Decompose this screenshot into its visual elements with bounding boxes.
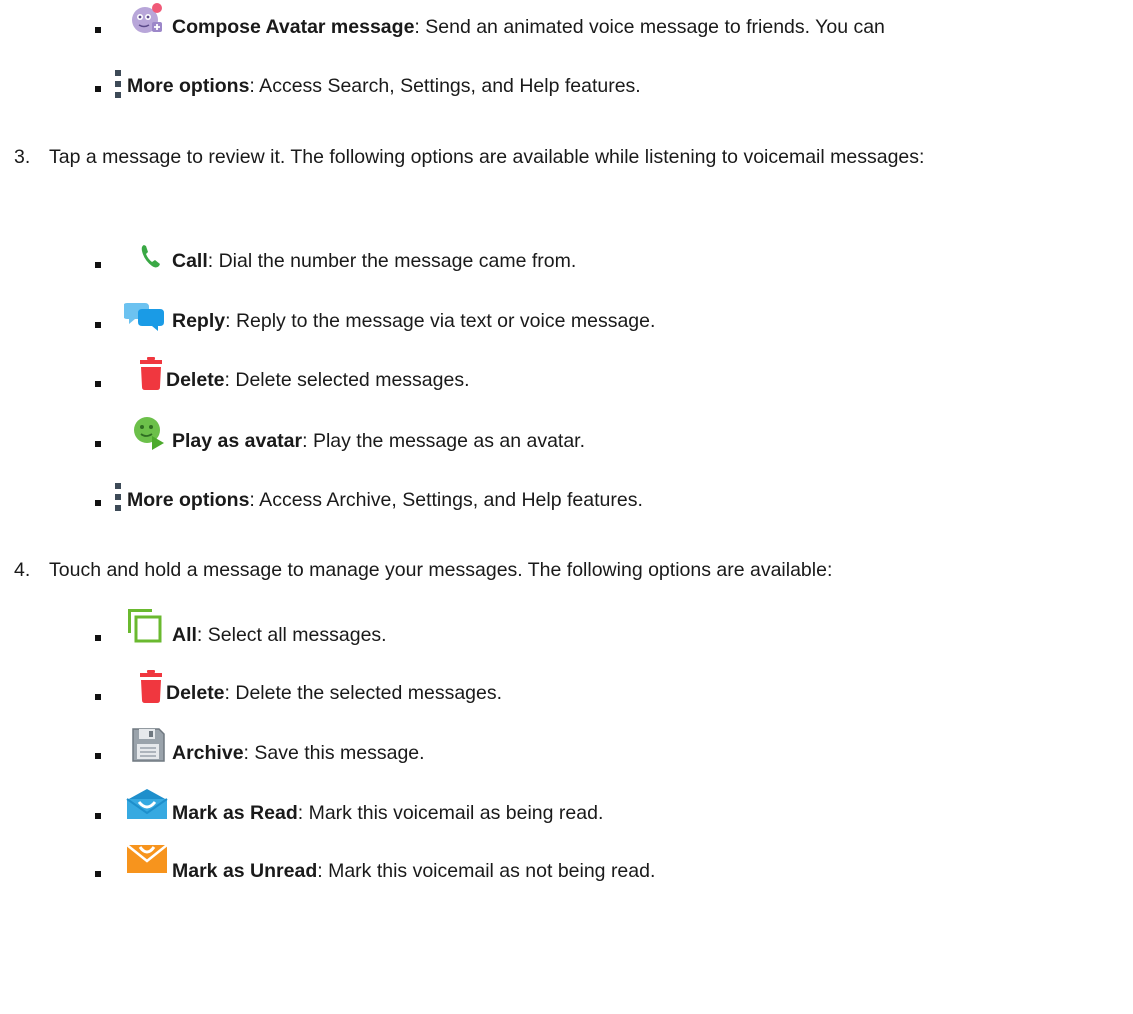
bullet xyxy=(95,27,101,33)
more-options-icon xyxy=(115,483,121,511)
list-item: More options: Access Archive, Settings, … xyxy=(0,473,1133,513)
play-avatar-icon xyxy=(134,417,164,450)
item-desc: : Access Search, Settings, and Help feat… xyxy=(249,75,641,97)
item-term: Call xyxy=(172,250,208,272)
list-item-text: More options: Access Search, Settings, a… xyxy=(127,73,641,99)
bullet xyxy=(95,871,101,877)
step-text: Tap a message to review it. The followin… xyxy=(49,146,925,168)
list-item: Mark as Read: Mark this voicemail as bei… xyxy=(0,784,1133,824)
list-item: Play as avatar: Play the message as an a… xyxy=(0,414,1133,454)
list-item-text: All: Select all messages. xyxy=(172,622,387,648)
list-item: More options: Access Search, Settings, a… xyxy=(0,60,1133,100)
item-desc: : Mark this voicemail as not being read. xyxy=(317,860,656,882)
bullet xyxy=(95,322,101,328)
item-desc: : Delete selected messages. xyxy=(224,369,470,391)
item-term: More options xyxy=(127,489,250,511)
reply-chat-icon xyxy=(124,303,164,331)
item-desc: : Select all messages. xyxy=(196,624,387,646)
step-text: Touch and hold a message to manage your … xyxy=(49,559,833,581)
item-desc: : Mark this voicemail as being read. xyxy=(297,802,604,824)
step-number: 3. xyxy=(14,146,31,168)
trash-icon xyxy=(140,670,162,703)
item-desc: : Reply to the message via text or voice… xyxy=(225,310,656,332)
bullet xyxy=(95,262,101,268)
list-item-text: Play as avatar: Play the message as an a… xyxy=(172,428,585,454)
bullet xyxy=(95,753,101,759)
item-desc: : Play the message as an avatar. xyxy=(302,430,586,452)
item-desc: : Access Archive, Settings, and Help fea… xyxy=(249,489,643,511)
list-item-text: Delete: Delete the selected messages. xyxy=(166,680,502,706)
bullet xyxy=(95,813,101,819)
list-item: Delete: Delete selected messages. xyxy=(0,356,1133,396)
bullet xyxy=(95,441,101,447)
mark-unread-icon xyxy=(126,844,168,873)
item-term: Delete xyxy=(166,682,225,704)
list-item: Compose Avatar message: Send an animated… xyxy=(0,0,1133,40)
item-term: Play as avatar xyxy=(172,430,303,452)
bullet xyxy=(95,635,101,641)
item-term: Archive xyxy=(172,742,244,764)
list-item-text: Reply: Reply to the message via text or … xyxy=(172,308,655,334)
avatar-compose-icon xyxy=(132,3,162,33)
item-desc: : Send an animated voice message to frie… xyxy=(414,16,885,38)
item-term: Mark as Read xyxy=(172,802,298,824)
bullet xyxy=(95,86,101,92)
bullet xyxy=(95,694,101,700)
item-term: More options xyxy=(127,75,250,97)
more-options-icon xyxy=(115,70,121,98)
list-item: Delete: Delete the selected messages. xyxy=(0,667,1133,707)
item-term: Mark as Unread xyxy=(172,860,318,882)
step-number: 4. xyxy=(14,559,31,581)
list-item: Reply: Reply to the message via text or … xyxy=(0,297,1133,337)
item-term: Reply xyxy=(172,310,226,332)
select-all-icon xyxy=(128,609,162,643)
list-item-text: Delete: Delete selected messages. xyxy=(166,367,470,393)
item-desc: : Delete the selected messages. xyxy=(224,682,503,704)
list-item: Mark as Unread: Mark this voicemail as n… xyxy=(0,842,1133,882)
item-desc: : Save this message. xyxy=(243,742,425,764)
list-item: Call: Dial the number the message came f… xyxy=(0,238,1133,278)
bullet xyxy=(95,500,101,506)
list-item-text: More options: Access Archive, Settings, … xyxy=(127,487,643,513)
list-item-text: Mark as Unread: Mark this voicemail as n… xyxy=(172,858,655,884)
archive-save-icon xyxy=(132,728,165,762)
list-item-text: Archive: Save this message. xyxy=(172,740,425,766)
list-item-text: Mark as Read: Mark this voicemail as bei… xyxy=(172,800,603,826)
list-item: All: Select all messages. xyxy=(0,606,1133,646)
bullet xyxy=(95,381,101,387)
list-item-text: Call: Dial the number the message came f… xyxy=(172,248,576,274)
list-item: Archive: Save this message. xyxy=(0,726,1133,766)
phone-call-icon xyxy=(141,245,160,268)
item-term: Compose Avatar message xyxy=(172,16,415,38)
mark-read-icon xyxy=(126,789,168,819)
item-desc: : Dial the number the message came from. xyxy=(207,250,577,272)
item-term: All xyxy=(172,624,197,646)
item-term: Delete xyxy=(166,369,225,391)
list-item-text: Compose Avatar message: Send an animated… xyxy=(172,14,885,40)
trash-icon xyxy=(140,357,162,390)
